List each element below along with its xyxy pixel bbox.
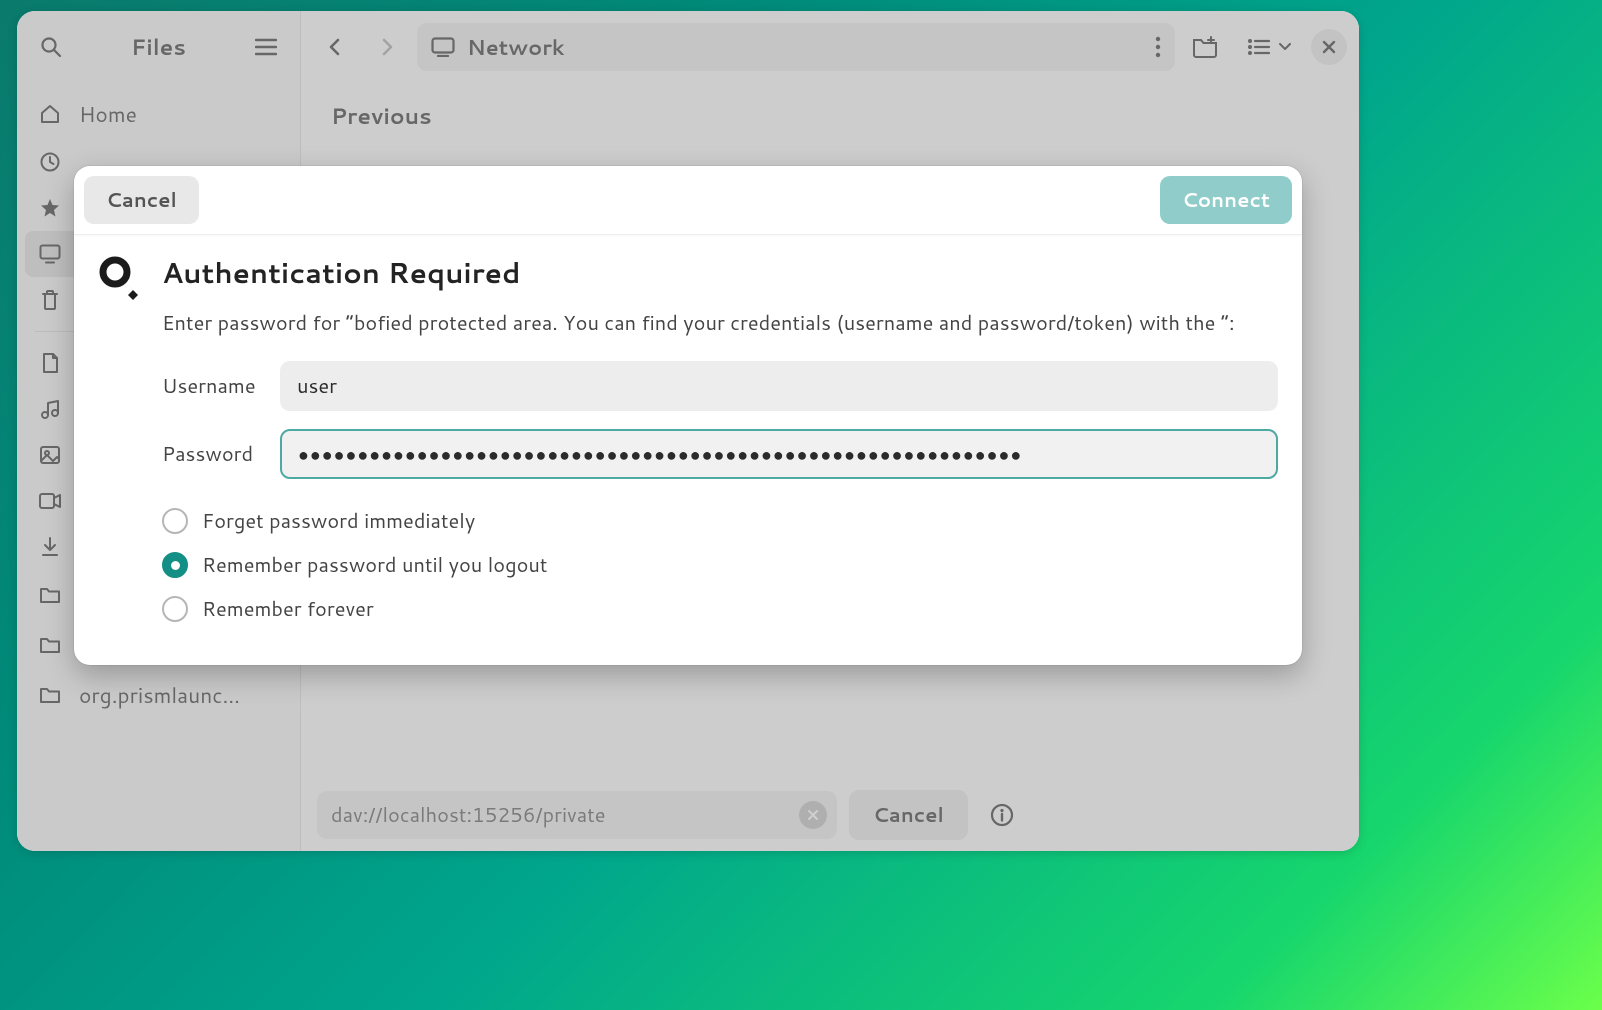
search-icon [39, 35, 63, 59]
radio-indicator [162, 552, 188, 578]
hamburger-icon [255, 38, 277, 56]
remember-option-2[interactable]: Remember forever [162, 587, 1278, 631]
folder-icon [37, 632, 63, 658]
radio-label: Forget password immediately [202, 507, 475, 535]
address-input[interactable] [331, 801, 799, 829]
dialog-description: Enter password for “bofied protected are… [162, 309, 1278, 337]
dialog-connect-button[interactable]: Connect [1160, 176, 1292, 224]
dialog-cancel-button[interactable]: Cancel [84, 176, 199, 224]
image-icon [37, 442, 63, 468]
key-icon [98, 255, 144, 301]
list-view-icon [1247, 38, 1271, 56]
auth-dialog: Cancel Connect Authentication Required E… [74, 166, 1302, 665]
chevron-right-icon [378, 38, 396, 56]
remember-option-0[interactable]: Forget password immediately [162, 499, 1278, 543]
new-folder-button[interactable] [1183, 25, 1227, 69]
radio-indicator [162, 596, 188, 622]
back-button[interactable] [313, 25, 357, 69]
radio-label: Remember forever [202, 595, 374, 623]
dialog-title: Authentication Required [162, 253, 1278, 293]
close-icon [1322, 40, 1336, 54]
close-button[interactable] [1311, 29, 1347, 65]
chevron-left-icon [326, 38, 344, 56]
clear-icon [807, 809, 819, 821]
password-input[interactable] [280, 429, 1278, 479]
new-folder-icon [1192, 36, 1218, 58]
remember-option-1[interactable]: Remember password until you logout [162, 543, 1278, 587]
location-bar[interactable]: Network [417, 23, 1175, 71]
password-label: Password [162, 440, 262, 468]
sidebar-item-label: Home [79, 99, 137, 129]
hamburger-button[interactable] [244, 25, 288, 69]
trash-icon [37, 287, 63, 313]
location-label: Network [467, 32, 565, 62]
clear-button[interactable] [799, 801, 827, 829]
info-button[interactable] [980, 793, 1024, 837]
clock-icon [37, 149, 63, 175]
connect-bar: Cancel [301, 779, 1359, 851]
doc-icon [37, 350, 63, 376]
music-icon [37, 396, 63, 422]
username-label: Username [162, 372, 262, 400]
monitor-icon [37, 241, 63, 267]
sidebar-item-folder-org-prismlaunc-[interactable]: org.prismlaunc… [25, 670, 292, 720]
home-icon [37, 101, 63, 127]
monitor-icon [431, 37, 455, 57]
folder-icon [37, 682, 63, 708]
section-title: Previous [331, 101, 1329, 132]
star-icon [37, 195, 63, 221]
address-input-wrap[interactable] [317, 791, 837, 839]
radio-indicator [162, 508, 188, 534]
forward-button[interactable] [365, 25, 409, 69]
video-icon [37, 488, 63, 514]
folder-icon [37, 582, 63, 608]
dialog-header: Cancel Connect [74, 166, 1302, 235]
sidebar-item-home-home[interactable]: Home [25, 89, 292, 139]
search-button[interactable] [29, 25, 73, 69]
remember-radio-group: Forget password immediately Remember pass… [162, 499, 1278, 631]
username-input[interactable] [280, 361, 1278, 411]
view-mode-button[interactable] [1235, 25, 1303, 69]
radio-label: Remember password until you logout [202, 551, 547, 579]
info-icon [990, 803, 1014, 827]
sidebar-title: Files [81, 32, 236, 63]
more-icon[interactable] [1155, 36, 1161, 58]
chevron-down-icon [1279, 43, 1291, 51]
cancel-connect-button[interactable]: Cancel [849, 790, 968, 840]
toolbar: Network [301, 11, 1359, 83]
sidebar-item-label: org.prismlaunc… [79, 680, 240, 710]
download-icon [37, 534, 63, 560]
